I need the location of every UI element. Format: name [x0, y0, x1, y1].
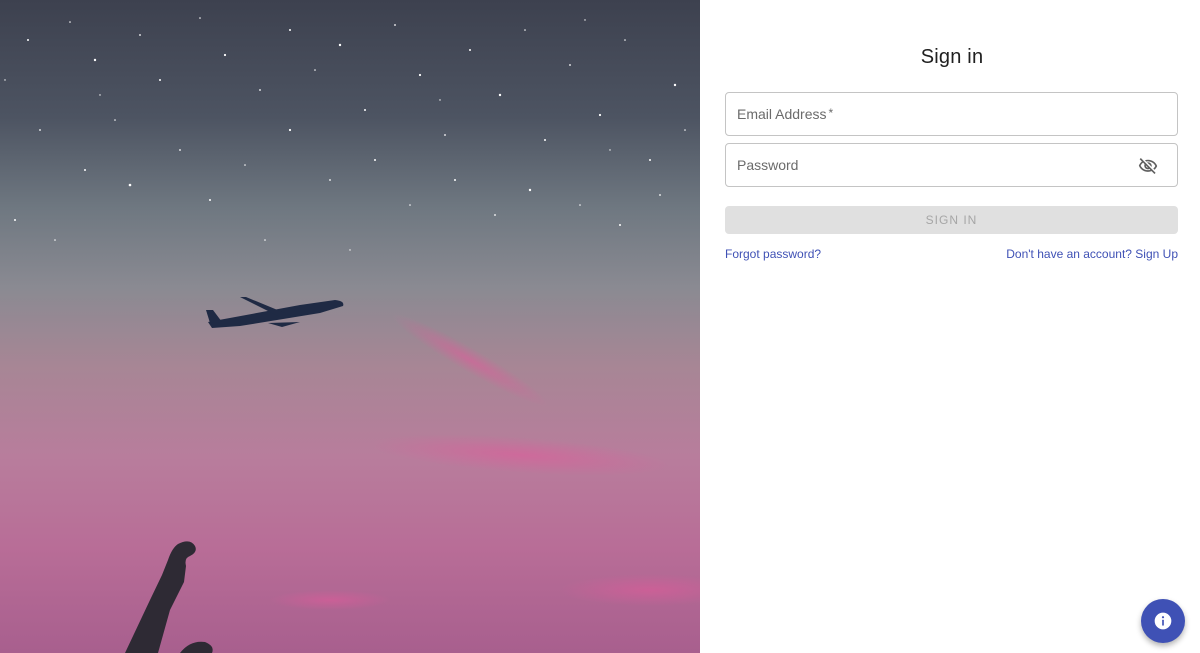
sign-in-button[interactable]: SIGN IN	[725, 206, 1178, 234]
forgot-password-link[interactable]: Forgot password?	[725, 247, 821, 261]
password-label: Password	[737, 157, 799, 173]
password-field[interactable]: Password	[725, 143, 1178, 187]
eye-off-icon[interactable]	[1138, 156, 1158, 176]
airplane	[206, 297, 344, 328]
help-fab-button[interactable]	[1141, 599, 1185, 643]
sign-in-page: Sign in Email Address * Password SIGN IN …	[0, 0, 1200, 653]
hero-illustration	[4, 17, 700, 653]
stars	[4, 17, 686, 251]
sign-in-panel: Sign in Email Address * Password SIGN IN …	[700, 0, 1200, 653]
email-label: Email Address *	[737, 106, 833, 122]
hero-image	[0, 0, 700, 653]
email-field[interactable]: Email Address *	[725, 92, 1178, 136]
info-icon	[1154, 612, 1172, 630]
raised-hand	[125, 541, 213, 653]
email-label-text: Email Address	[737, 106, 827, 122]
page-title: Sign in	[920, 46, 984, 68]
required-marker: *	[828, 106, 834, 120]
sign-up-link[interactable]: Don't have an account? Sign Up	[1006, 247, 1178, 261]
